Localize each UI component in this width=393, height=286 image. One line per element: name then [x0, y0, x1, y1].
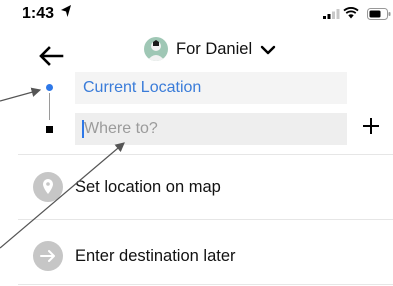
location-arrow-icon — [61, 5, 71, 17]
chevron-down-icon[interactable] — [260, 45, 276, 55]
pickup-location-field[interactable]: Current Location — [75, 72, 347, 104]
status-time: 1:43 — [22, 5, 55, 22]
plus-icon[interactable] — [362, 117, 380, 135]
map-pin-icon — [33, 172, 63, 202]
arrow-right-icon — [33, 241, 63, 271]
divider — [18, 154, 393, 155]
pickup-dot-icon — [46, 84, 53, 91]
set-location-on-map-label: Set location on map — [75, 178, 221, 196]
back-arrow-icon[interactable] — [38, 46, 64, 66]
divider — [18, 284, 393, 285]
enter-destination-later-label: Enter destination later — [75, 247, 236, 265]
destination-input[interactable] — [75, 113, 347, 145]
rider-selector-label[interactable]: For Daniel — [176, 40, 252, 59]
set-location-on-map-row[interactable]: Set location on map — [0, 156, 393, 218]
avatar-person-icon — [144, 37, 168, 61]
wifi-icon — [343, 7, 359, 19]
divider — [18, 219, 393, 220]
route-connector-line — [49, 93, 50, 120]
battery-icon — [367, 8, 391, 20]
text-cursor — [82, 120, 84, 138]
avatar[interactable] — [144, 37, 168, 61]
annotation-arrow-pickup — [0, 87, 42, 102]
destination-square-icon — [46, 126, 53, 133]
signal-icon — [323, 9, 340, 19]
enter-destination-later-row[interactable]: Enter destination later — [0, 221, 393, 283]
